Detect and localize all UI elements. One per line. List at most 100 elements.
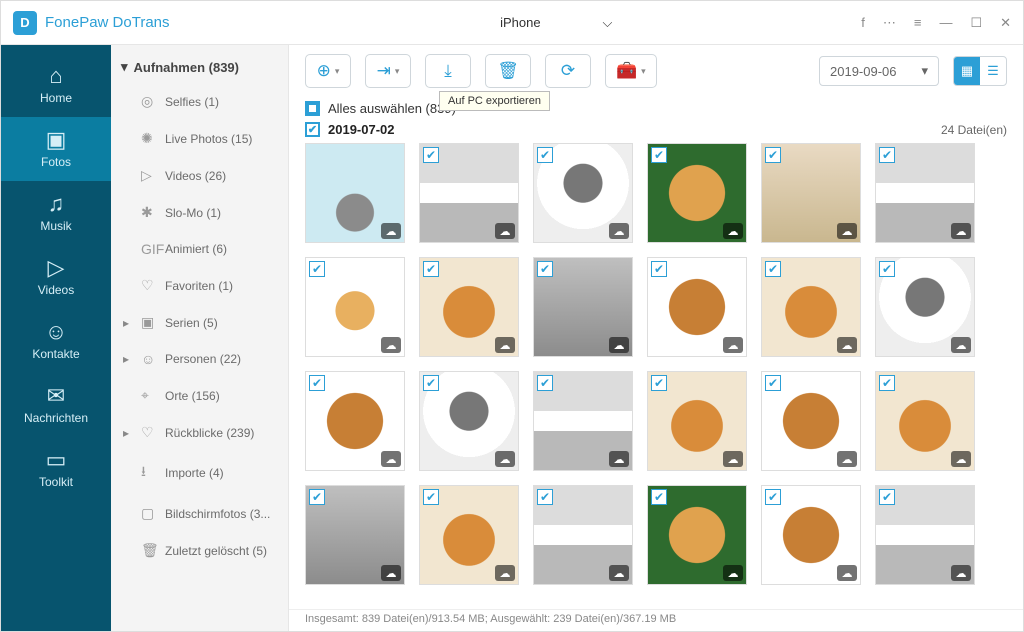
group-count-label: 24 Datei(en) xyxy=(941,123,1007,137)
status-bar: Insgesamt: 839 Datei(en)/913.54 MB; Ausg… xyxy=(289,609,1023,631)
sidebar-item[interactable]: ✱Slo-Mo (1) xyxy=(111,194,288,231)
thumb-checkbox[interactable]: ✔ xyxy=(765,375,781,391)
sidebar-item[interactable]: 🗑Zuletzt gelöscht (5) xyxy=(111,532,288,569)
photo-thumbnail[interactable]: ✔☁ xyxy=(761,257,861,357)
cloud-icon: ☁ xyxy=(495,565,515,581)
nav-item-videos[interactable]: ▷Videos xyxy=(1,245,111,309)
photo-thumbnail[interactable]: ✔☁ xyxy=(419,143,519,243)
photo-thumbnail[interactable]: ✔☁ xyxy=(647,257,747,357)
category-icon: ⭳ xyxy=(141,461,157,485)
menu-icon[interactable]: ≡ xyxy=(914,15,922,30)
thumb-checkbox[interactable]: ✔ xyxy=(765,147,781,163)
thumb-checkbox[interactable]: ✔ xyxy=(537,261,553,277)
cloud-icon: ☁ xyxy=(381,337,401,353)
sidebar-item[interactable]: ⭳Importe (4) xyxy=(111,451,288,495)
thumb-checkbox[interactable]: ✔ xyxy=(423,147,439,163)
cloud-icon: ☁ xyxy=(495,223,515,239)
grid-view-button[interactable]: ▦ xyxy=(954,57,980,85)
sidebar-item[interactable]: GIFAnimiert (6) xyxy=(111,231,288,267)
photo-thumbnail[interactable]: ✔☁ xyxy=(875,485,975,585)
photo-thumbnail[interactable]: ✔☁ xyxy=(533,143,633,243)
thumb-checkbox[interactable]: ✔ xyxy=(309,375,325,391)
thumb-checkbox[interactable]: ✔ xyxy=(651,489,667,505)
photo-thumbnail[interactable]: ✔☁ xyxy=(305,485,405,585)
thumb-checkbox[interactable]: ✔ xyxy=(537,489,553,505)
thumb-checkbox[interactable]: ✔ xyxy=(651,261,667,277)
photo-thumbnail[interactable]: ✔☁ xyxy=(419,257,519,357)
thumb-checkbox[interactable]: ✔ xyxy=(423,261,439,277)
thumb-checkbox[interactable]: ✔ xyxy=(765,261,781,277)
thumb-checkbox[interactable]: ✔ xyxy=(309,261,325,277)
fotos-icon: ▣ xyxy=(46,129,67,151)
nav-item-home[interactable]: ⌂Home xyxy=(1,53,111,117)
list-view-button[interactable]: ☰ xyxy=(980,57,1006,85)
photo-thumbnail[interactable]: ✔☁ xyxy=(647,371,747,471)
sidebar-item-label: Favoriten (1) xyxy=(165,279,233,293)
thumb-checkbox[interactable]: ✔ xyxy=(537,375,553,391)
to-device-button[interactable]: ⇥▾ xyxy=(365,54,411,88)
sidebar-item[interactable]: ⌖Orte (156) xyxy=(111,377,288,414)
sidebar-item[interactable]: ▢Bildschirmfotos (3... xyxy=(111,495,288,532)
thumb-checkbox[interactable]: ✔ xyxy=(879,375,895,391)
thumb-checkbox[interactable]: ✔ xyxy=(765,489,781,505)
nav-item-nachrichten[interactable]: ✉Nachrichten xyxy=(1,373,111,437)
photo-thumbnail[interactable]: ✔☁ xyxy=(875,371,975,471)
photo-thumbnail[interactable]: ✔☁ xyxy=(533,371,633,471)
delete-button[interactable]: 🗑 xyxy=(485,54,531,88)
thumb-checkbox[interactable]: ✔ xyxy=(651,147,667,163)
date-filter[interactable]: 2019-09-06 ▾ xyxy=(819,56,939,86)
export-to-pc-button[interactable]: ⤓ xyxy=(425,54,471,88)
cloud-icon: ☁ xyxy=(609,223,629,239)
app-logo: D xyxy=(13,11,37,35)
group-checkbox[interactable]: ✔ xyxy=(305,122,320,137)
sidebar-item[interactable]: ▸♡Rückblicke (239) xyxy=(111,414,288,451)
photo-thumbnail[interactable]: ✔☁ xyxy=(761,371,861,471)
photo-thumbnail[interactable]: ✔☁ xyxy=(419,371,519,471)
photo-thumbnail[interactable]: ✔☁ xyxy=(647,143,747,243)
select-all-row[interactable]: Alles auswählen (839) xyxy=(289,97,1023,118)
nav-item-toolkit[interactable]: ▭Toolkit xyxy=(1,437,111,501)
select-all-checkbox[interactable] xyxy=(305,101,320,116)
thumb-checkbox[interactable]: ✔ xyxy=(651,375,667,391)
sidebar-item[interactable]: ♡Favoriten (1) xyxy=(111,267,288,304)
minimize-button[interactable]: — xyxy=(939,15,952,30)
thumb-checkbox[interactable]: ✔ xyxy=(879,489,895,505)
photo-thumbnail[interactable]: ✔☁ xyxy=(533,257,633,357)
sidebar-item[interactable]: ▷Videos (26) xyxy=(111,157,288,194)
photo-thumbnail[interactable]: ☁ xyxy=(305,143,405,243)
thumb-checkbox[interactable]: ✔ xyxy=(423,375,439,391)
sidebar-item[interactable]: ◎Selfies (1) xyxy=(111,83,288,120)
date-group-header[interactable]: ✔ 2019-07-02 24 Datei(en) xyxy=(289,118,1023,143)
thumb-checkbox[interactable]: ✔ xyxy=(537,147,553,163)
device-name: iPhone xyxy=(500,15,540,30)
photo-thumbnail[interactable]: ✔☁ xyxy=(647,485,747,585)
photo-thumbnail[interactable]: ✔☁ xyxy=(761,143,861,243)
photo-thumbnail[interactable]: ✔☁ xyxy=(305,371,405,471)
photo-thumbnail[interactable]: ✔☁ xyxy=(875,143,975,243)
feedback-icon[interactable]: ⋯ xyxy=(883,15,896,31)
nav-item-fotos[interactable]: ▣Fotos xyxy=(1,117,111,181)
sidebar-head-aufnahmen[interactable]: ▾ Aufnahmen (839) xyxy=(111,51,288,83)
add-button[interactable]: ⊕▾ xyxy=(305,54,351,88)
thumb-checkbox[interactable]: ✔ xyxy=(879,147,895,163)
sidebar-item[interactable]: ✺Live Photos (15) xyxy=(111,120,288,157)
maximize-button[interactable]: ☐ xyxy=(970,15,982,31)
thumb-checkbox[interactable]: ✔ xyxy=(879,261,895,277)
nav-item-musik[interactable]: ♫Musik xyxy=(1,181,111,245)
photo-thumbnail[interactable]: ✔☁ xyxy=(533,485,633,585)
toolbox-button[interactable]: 🧰▾ xyxy=(605,54,657,88)
thumb-checkbox[interactable]: ✔ xyxy=(309,489,325,505)
facebook-icon[interactable]: f xyxy=(861,15,865,30)
sidebar-item[interactable]: ▸☺Personen (22) xyxy=(111,341,288,377)
sidebar-item[interactable]: ▸▣Serien (5) xyxy=(111,304,288,341)
photo-thumbnail[interactable]: ✔☁ xyxy=(305,257,405,357)
photo-thumbnail[interactable]: ✔☁ xyxy=(761,485,861,585)
device-selector[interactable]: iPhone ⌵ xyxy=(410,9,620,37)
photo-thumbnail[interactable]: ✔☁ xyxy=(419,485,519,585)
refresh-button[interactable]: ⟳ xyxy=(545,54,591,88)
close-button[interactable]: ✕ xyxy=(1000,15,1011,31)
photo-thumbnail[interactable]: ✔☁ xyxy=(875,257,975,357)
kontakte-icon: ☺ xyxy=(45,321,67,343)
thumb-checkbox[interactable]: ✔ xyxy=(423,489,439,505)
nav-item-kontakte[interactable]: ☺Kontakte xyxy=(1,309,111,373)
